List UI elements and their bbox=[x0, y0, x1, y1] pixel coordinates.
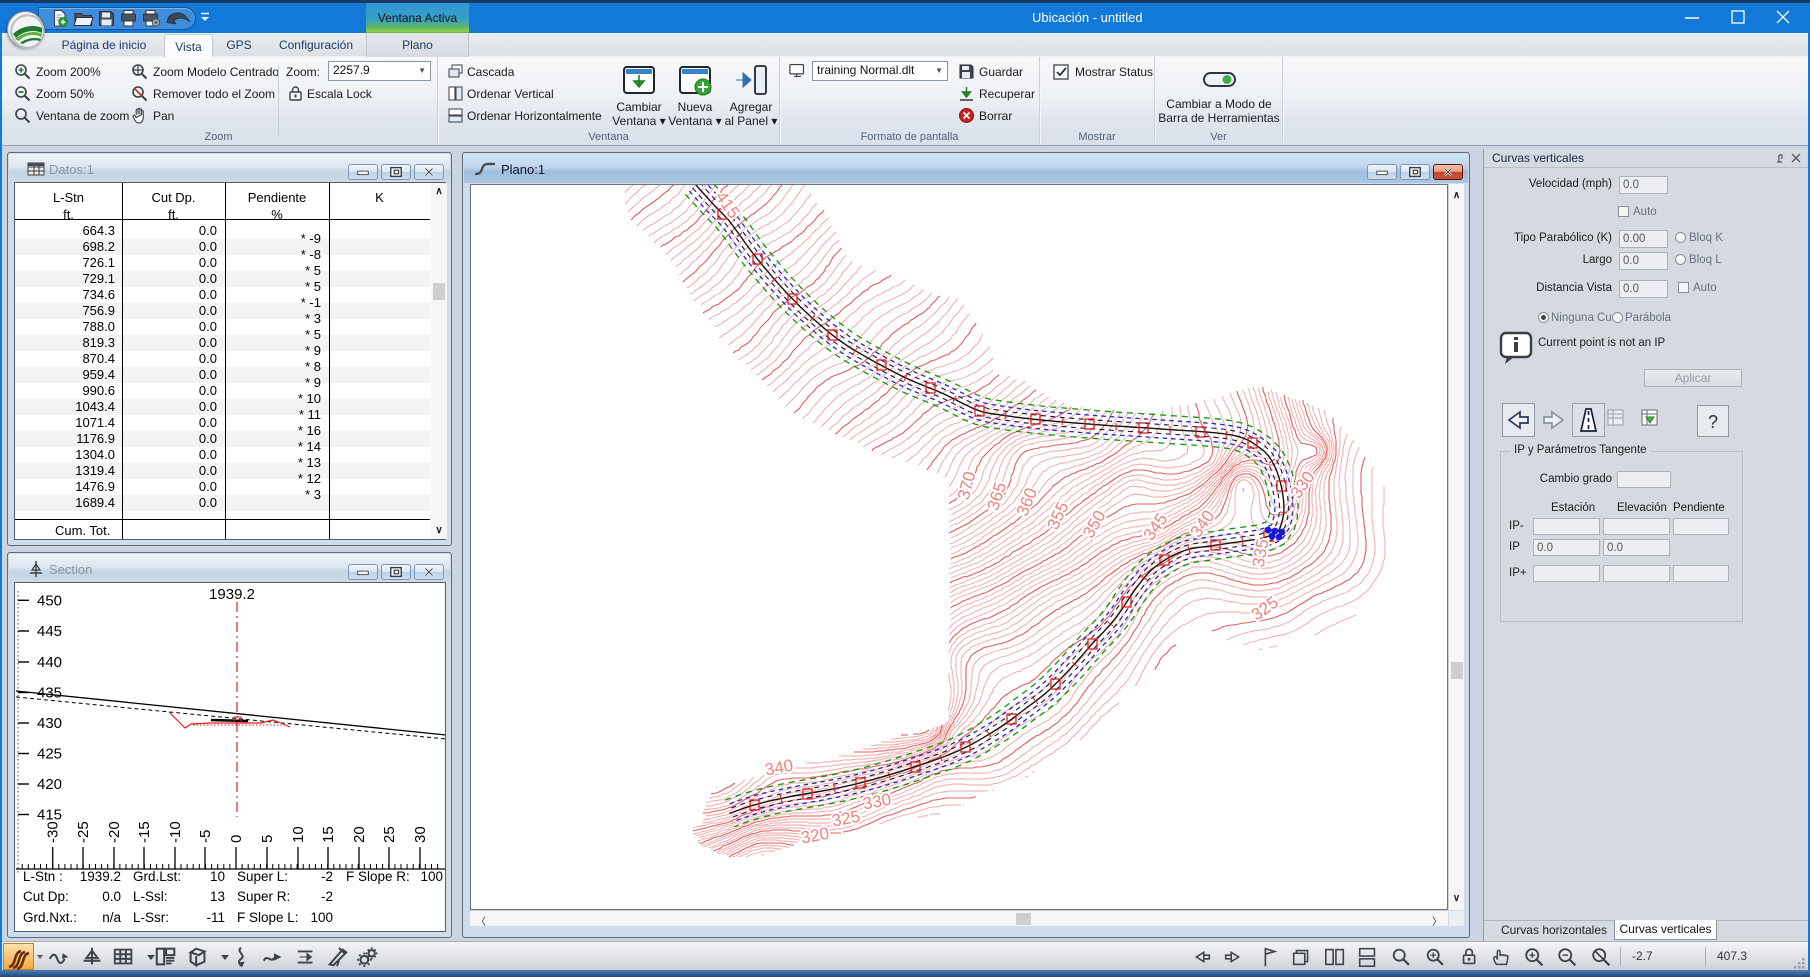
svg-text:-15: -15 bbox=[136, 821, 153, 843]
svg-text:30: 30 bbox=[412, 826, 429, 843]
svg-text:325: 325 bbox=[830, 807, 861, 831]
svg-text:415: 415 bbox=[37, 807, 62, 824]
svg-text:Super R:: Super R: bbox=[237, 889, 290, 904]
svg-text:100: 100 bbox=[420, 869, 443, 884]
svg-text:320: 320 bbox=[799, 824, 830, 848]
svg-text:Super L:: Super L: bbox=[237, 869, 288, 884]
svg-text:340: 340 bbox=[763, 756, 794, 780]
svg-text:360: 360 bbox=[1013, 485, 1041, 518]
svg-text:345: 345 bbox=[1140, 510, 1172, 544]
svg-text:10: 10 bbox=[290, 826, 307, 843]
svg-text:1939.2: 1939.2 bbox=[209, 586, 255, 603]
svg-text:-10: -10 bbox=[167, 821, 184, 843]
svg-text:15: 15 bbox=[320, 826, 337, 843]
svg-text:F Slope L:: F Slope L: bbox=[237, 910, 299, 925]
svg-text:445: 445 bbox=[37, 623, 62, 640]
svg-text:Cut Dp:: Cut Dp: bbox=[23, 889, 69, 904]
svg-text:-5: -5 bbox=[197, 830, 214, 843]
svg-text:?: ? bbox=[1708, 412, 1718, 432]
svg-text:335: 335 bbox=[1249, 537, 1273, 568]
svg-text:-25: -25 bbox=[75, 821, 92, 843]
svg-text:L-Ssr:: L-Ssr: bbox=[133, 910, 169, 925]
svg-text:365: 365 bbox=[983, 480, 1010, 513]
svg-text:430: 430 bbox=[37, 715, 62, 732]
svg-text:450: 450 bbox=[37, 592, 62, 609]
svg-text:Grd.Nxt.:: Grd.Nxt.: bbox=[23, 910, 77, 925]
svg-text:20: 20 bbox=[351, 826, 368, 843]
svg-text:330: 330 bbox=[861, 790, 892, 814]
svg-text:-2: -2 bbox=[321, 869, 333, 884]
svg-text:425: 425 bbox=[37, 746, 62, 763]
svg-text:L-Stn :: L-Stn : bbox=[23, 869, 63, 884]
svg-text:-30: -30 bbox=[45, 821, 62, 843]
svg-text:415: 415 bbox=[712, 188, 744, 222]
svg-text:5: 5 bbox=[259, 835, 276, 843]
svg-text:13: 13 bbox=[210, 889, 225, 904]
svg-text:L-Ssl:: L-Ssl: bbox=[133, 889, 168, 904]
svg-text:F Slope R:: F Slope R: bbox=[346, 869, 410, 884]
svg-text:n/a: n/a bbox=[102, 910, 121, 925]
svg-text:-2: -2 bbox=[321, 889, 333, 904]
svg-text:1939.2: 1939.2 bbox=[80, 869, 121, 884]
svg-text:Grd.Lst:: Grd.Lst: bbox=[133, 869, 181, 884]
svg-text:0: 0 bbox=[228, 835, 245, 843]
svg-text:370: 370 bbox=[954, 469, 980, 501]
svg-text:100: 100 bbox=[310, 910, 333, 925]
svg-text:420: 420 bbox=[37, 776, 62, 793]
svg-text:10: 10 bbox=[210, 869, 225, 884]
svg-text:25: 25 bbox=[381, 826, 398, 843]
svg-text:-20: -20 bbox=[106, 821, 123, 843]
svg-text:440: 440 bbox=[37, 654, 62, 671]
svg-text:-11: -11 bbox=[206, 910, 225, 925]
svg-text:0.0: 0.0 bbox=[102, 889, 121, 904]
